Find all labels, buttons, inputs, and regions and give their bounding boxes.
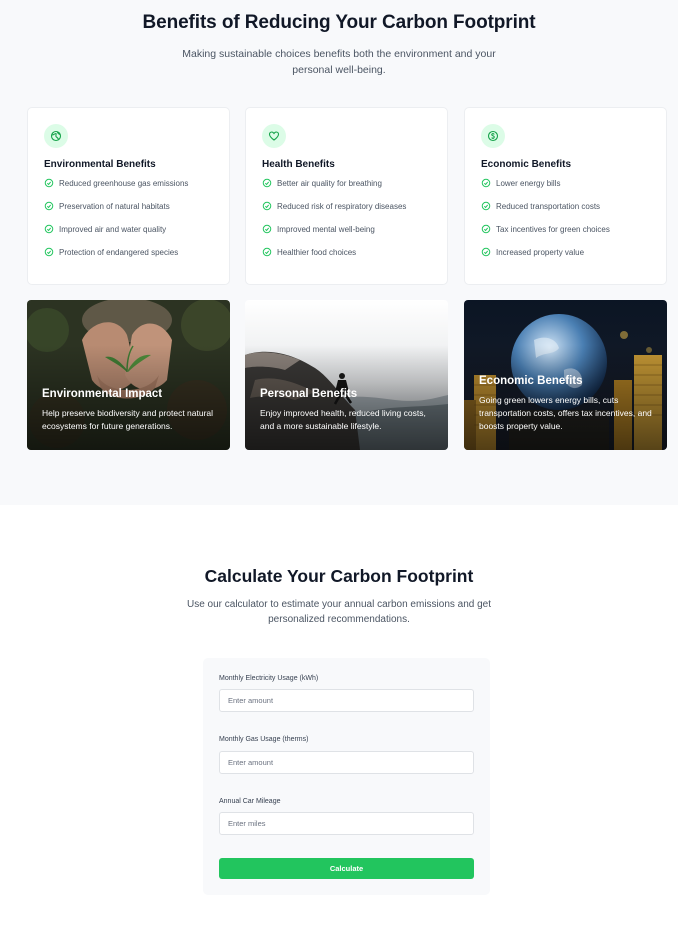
check-circle-icon <box>262 224 272 234</box>
image-card-text: Help preserve biodiversity and protect n… <box>42 408 214 431</box>
check-circle-icon <box>262 201 272 211</box>
benefit-card-title: Economic Benefits <box>481 159 572 170</box>
list-item-text: Better air quality for breathing <box>277 179 382 188</box>
check-circle-icon <box>262 247 272 257</box>
list-item: Lower energy bills <box>481 178 650 202</box>
list-item: Better air quality for breathing <box>262 178 431 202</box>
list-item-text: Preservation of natural habitats <box>59 202 170 211</box>
check-circle-icon <box>481 201 491 211</box>
list-item: Tax incentives for green choices <box>481 224 650 248</box>
benefit-card-title: Environmental Benefits <box>44 159 156 170</box>
benefits-subtitle: Making sustainable choices benefits both… <box>182 48 496 76</box>
list-item-text: Lower energy bills <box>496 179 561 188</box>
image-card-title: Economic Benefits <box>479 375 583 387</box>
list-item-text: Reduced transportation costs <box>496 202 601 211</box>
electricity-label: Monthly Electricity Usage (kWh) <box>219 675 319 682</box>
image-card-economic-benefits: Economic Benefits Going green lowers ene… <box>464 300 667 450</box>
dollar-coin-icon <box>481 124 505 148</box>
benefit-card-title: Health Benefits <box>262 159 335 170</box>
image-card-text: Enjoy improved health, reduced living co… <box>260 408 426 431</box>
list-item: Increased property value <box>481 247 650 271</box>
benefit-list: Better air quality for breathing Reduced… <box>262 178 431 271</box>
image-card-text: Going green lowers energy bills, cuts tr… <box>479 395 652 431</box>
check-circle-icon <box>481 178 491 188</box>
check-circle-icon <box>481 224 491 234</box>
benefits-title: Benefits of Reducing Your Carbon Footpri… <box>142 12 536 33</box>
list-item-text: Reduced greenhouse gas emissions <box>59 179 189 188</box>
list-item: Preservation of natural habitats <box>44 201 213 225</box>
list-item-text: Improved mental well-being <box>277 225 375 234</box>
benefit-card-health: Health Benefits Better air quality for b… <box>245 107 448 285</box>
check-circle-icon <box>44 247 54 257</box>
image-cards: Environmental Impact Help preserve biodi… <box>27 300 667 450</box>
heart-icon <box>262 124 286 148</box>
benefit-cards: Environmental Benefits Reduced greenhous… <box>27 107 667 285</box>
benefit-list: Reduced greenhouse gas emissions Preserv… <box>44 178 213 271</box>
calculator-subtitle: Use our calculator to estimate your annu… <box>186 599 492 625</box>
gas-label: Monthly Gas Usage (therms) <box>219 736 309 743</box>
gas-input[interactable] <box>219 751 474 774</box>
check-circle-icon <box>44 178 54 188</box>
carbon-calculator-form: Monthly Electricity Usage (kWh) Monthly … <box>203 658 490 895</box>
list-item: Reduced transportation costs <box>481 201 650 225</box>
list-item: Reduced risk of respiratory diseases <box>262 201 431 225</box>
image-card-environmental-impact: Environmental Impact Help preserve biodi… <box>27 300 230 450</box>
image-card-title: Personal Benefits <box>260 388 358 400</box>
list-item: Improved mental well-being <box>262 224 431 248</box>
check-circle-icon <box>44 201 54 211</box>
electricity-input[interactable] <box>219 689 474 712</box>
benefits-section: Benefits of Reducing Your Carbon Footpri… <box>0 0 678 505</box>
list-item-text: Increased property value <box>496 248 585 257</box>
list-item-text: Improved air and water quality <box>59 225 167 234</box>
benefit-card-environmental: Environmental Benefits Reduced greenhous… <box>27 107 230 285</box>
image-card-title: Environmental Impact <box>42 388 163 400</box>
list-item-text: Reduced risk of respiratory diseases <box>277 202 407 211</box>
image-card-personal-benefits: Personal Benefits Enjoy improved health,… <box>245 300 448 450</box>
list-item-text: Protection of endangered species <box>59 248 179 257</box>
mileage-label: Annual Car Mileage <box>219 798 281 805</box>
list-item: Improved air and water quality <box>44 224 213 248</box>
list-item: Protection of endangered species <box>44 247 213 271</box>
calculator-title: Calculate Your Carbon Footprint <box>204 566 474 586</box>
check-circle-icon <box>44 224 54 234</box>
list-item-text: Tax incentives for green choices <box>496 225 610 234</box>
globe-icon <box>44 124 68 148</box>
calculator-section: Calculate Your Carbon Footprint Use our … <box>0 505 678 931</box>
check-circle-icon <box>481 247 491 257</box>
list-item: Reduced greenhouse gas emissions <box>44 178 213 202</box>
benefit-card-economic: Economic Benefits Lower energy bills Red… <box>464 107 667 285</box>
list-item: Healthier food choices <box>262 247 431 271</box>
list-item-text: Healthier food choices <box>277 248 357 257</box>
benefit-list: Lower energy bills Reduced transportatio… <box>481 178 650 271</box>
calculate-button[interactable]: Calculate <box>219 858 474 879</box>
mileage-input[interactable] <box>219 812 474 835</box>
check-circle-icon <box>262 178 272 188</box>
